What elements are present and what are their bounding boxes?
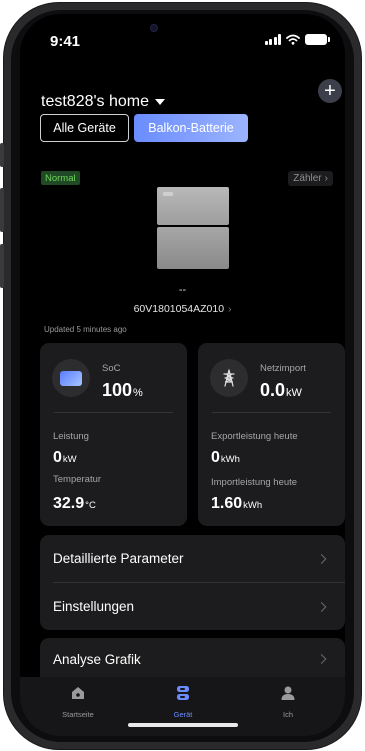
- wifi-icon: [286, 34, 300, 45]
- device-name: --: [178, 284, 187, 296]
- meter-label: Zähler: [293, 173, 322, 184]
- tabbar-label: Startseite: [62, 710, 94, 719]
- temperature-unit: °C: [85, 500, 96, 511]
- tabbar-device[interactable]: Gerät: [143, 684, 223, 719]
- battery-level-icon: [60, 370, 82, 386]
- add-button[interactable]: +: [318, 79, 342, 103]
- chevron-right-icon: ›: [324, 173, 328, 184]
- tabbar-me[interactable]: Ich: [248, 684, 328, 719]
- app-screen: 9:41 test828's home + Alle Geräte Balkon…: [20, 14, 345, 736]
- device-icon: [177, 686, 189, 700]
- menu-label: Einstellungen: [53, 599, 135, 614]
- temperature-label: Temperatur: [53, 474, 102, 485]
- menu-label: Analyse Grafik: [53, 651, 141, 667]
- menu-analysis-row: Analyse Grafik: [40, 638, 345, 680]
- chevron-right-icon: [316, 553, 327, 564]
- home-selector[interactable]: test828's home: [41, 93, 166, 111]
- power-label: Leistung: [53, 431, 89, 442]
- side-button-mute: [0, 143, 4, 167]
- device-serial: 60V1801054AZ010: [133, 303, 225, 315]
- soc-value-line: 100%: [102, 380, 143, 401]
- settings-list: Detaillierte Parameter Einstellungen: [40, 535, 345, 630]
- export-today-label: Exportleistung heute: [211, 431, 298, 442]
- tab-all-devices[interactable]: Alle Geräte: [40, 114, 129, 142]
- device-serial-link[interactable]: 60V1801054AZ010 ›: [20, 303, 345, 315]
- device-logo: [163, 192, 173, 196]
- status-icons: [264, 34, 330, 45]
- battery-card[interactable]: SoC 100% Leistung 0kW Temperatur 32.9°C: [40, 343, 187, 526]
- grid-import-unit: kW: [286, 387, 302, 399]
- grid-import-label: Netzimport: [260, 363, 306, 374]
- import-today-label: Importleistung heute: [211, 477, 298, 488]
- notch: [140, 14, 270, 48]
- power-value-line: 0kW: [53, 449, 77, 467]
- export-today-value: 0: [211, 449, 220, 466]
- menu-label: Detaillierte Parameter: [53, 551, 184, 566]
- temperature-value-line: 32.9°C: [53, 495, 96, 513]
- battery-module-top: [157, 187, 229, 225]
- caret-down-icon: [155, 99, 166, 105]
- grid-import-value-line: 0.0kW: [260, 380, 302, 401]
- camera-icon: [150, 24, 158, 32]
- side-button-volume-down: [0, 244, 4, 288]
- grid-import-value: 0.0: [260, 380, 286, 400]
- menu-analysis-chart[interactable]: Analyse Grafik: [40, 638, 345, 680]
- grid-icon-circle: [210, 359, 248, 397]
- meter-button[interactable]: Zähler ›: [288, 171, 333, 186]
- tab-balkon-batterie[interactable]: Balkon-Batterie: [134, 114, 248, 142]
- battery-icon: [305, 34, 330, 45]
- home-icon: [72, 687, 84, 699]
- device-image[interactable]: [157, 187, 229, 269]
- import-today-value-line: 1.60kWh: [211, 495, 262, 513]
- soc-value: 100: [102, 380, 133, 400]
- import-today-unit: kWh: [243, 500, 263, 511]
- updated-timestamp: Updated 5 minutes ago: [44, 325, 127, 334]
- export-today-unit: kWh: [220, 454, 240, 465]
- chevron-right-icon: [316, 601, 327, 612]
- soc-label: SoC: [102, 363, 121, 374]
- menu-detailed-parameters[interactable]: Detaillierte Parameter: [40, 535, 345, 582]
- tabbar-label: Gerät: [173, 710, 193, 719]
- grid-card[interactable]: Netzimport 0.0kW Exportleistung heute 0k…: [198, 343, 345, 526]
- power-value: 0: [53, 449, 62, 466]
- bottom-tab-bar: Startseite Gerät Ich: [20, 677, 345, 736]
- card-divider: [212, 412, 331, 413]
- chevron-right-icon: ›: [228, 304, 232, 315]
- status-badge: Normal: [41, 171, 80, 185]
- person-icon: [281, 686, 295, 700]
- import-today-value: 1.60: [211, 495, 243, 512]
- battery-module-bottom: [157, 227, 229, 269]
- power-unit: kW: [62, 454, 77, 465]
- card-divider: [54, 412, 173, 413]
- side-button-volume-up: [0, 188, 4, 232]
- tabbar-home[interactable]: Startseite: [38, 684, 118, 719]
- power-tower-icon: [223, 369, 235, 387]
- chevron-right-icon: [316, 654, 327, 664]
- temperature-value: 32.9: [53, 495, 85, 512]
- home-name: test828's home: [41, 93, 150, 110]
- export-today-value-line: 0kWh: [211, 449, 240, 467]
- home-indicator[interactable]: [128, 723, 238, 727]
- soc-unit: %: [133, 387, 143, 399]
- status-time: 9:41: [50, 33, 81, 50]
- menu-settings[interactable]: Einstellungen: [40, 583, 345, 630]
- tabbar-label: Ich: [282, 710, 293, 719]
- soc-icon-circle: [52, 359, 90, 397]
